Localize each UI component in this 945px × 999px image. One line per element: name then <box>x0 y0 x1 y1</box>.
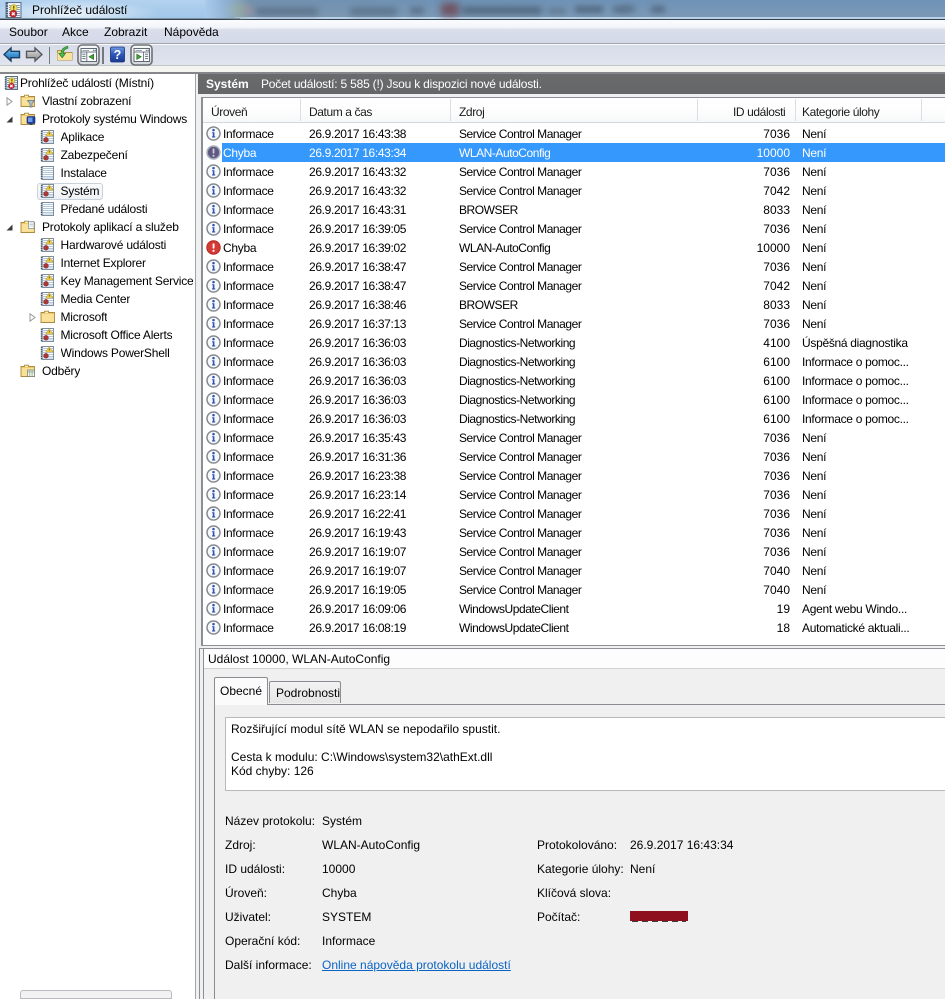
svg-text:?: ? <box>114 48 122 62</box>
